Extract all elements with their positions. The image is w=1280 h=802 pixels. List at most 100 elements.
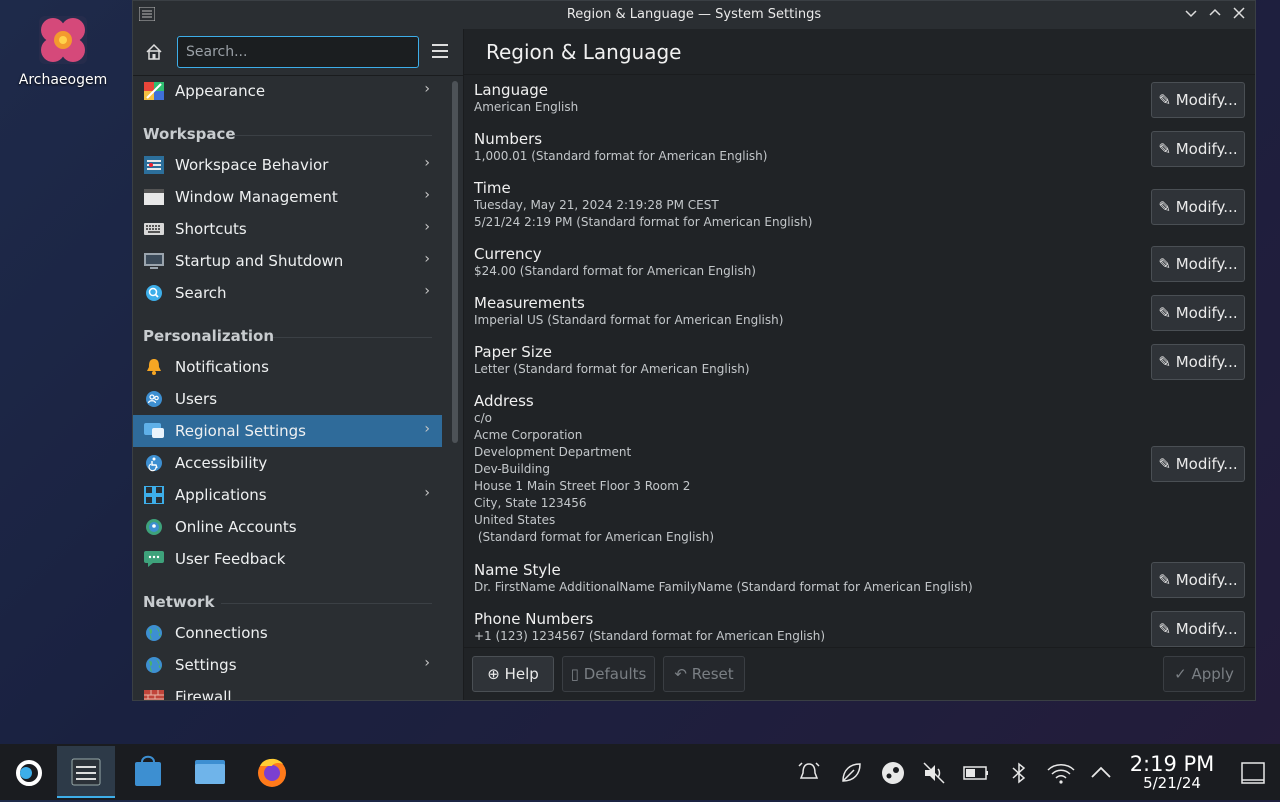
- sidebar-item-notifications[interactable]: Notifications: [133, 351, 442, 383]
- pencil-icon: ✎: [1158, 353, 1176, 371]
- setting-value: Dr. FirstName AdditionalName FamilyName …: [474, 580, 973, 594]
- sidebar-item-online-accounts[interactable]: Online Accounts: [133, 511, 442, 543]
- sidebar-item-firewall[interactable]: Firewall: [133, 681, 442, 700]
- application-launcher[interactable]: [0, 746, 56, 798]
- sidebar-item-shortcuts[interactable]: Shortcuts ›: [133, 213, 442, 245]
- chevron-right-icon: ›: [424, 655, 430, 671]
- globe-icon: [146, 625, 162, 641]
- leaf-icon[interactable]: [838, 760, 864, 786]
- steam-icon[interactable]: [880, 760, 906, 786]
- setting-value: c/o: [474, 411, 492, 425]
- modify-button[interactable]: ✎ Modify...: [1151, 246, 1245, 282]
- sidebar-item-search[interactable]: Search ›: [133, 277, 442, 309]
- help-button[interactable]: ⊕ Help: [472, 656, 554, 692]
- pencil-icon: ✎: [1158, 255, 1176, 273]
- taskbar-firefox[interactable]: [243, 746, 301, 798]
- online-accounts-icon: [146, 519, 162, 535]
- home-icon[interactable]: [145, 43, 163, 61]
- sidebar-item-workspace-behavior[interactable]: Workspace Behavior ›: [133, 149, 442, 181]
- search-input[interactable]: Search...: [177, 36, 419, 68]
- wifi-icon[interactable]: [1046, 760, 1076, 786]
- modify-button[interactable]: ✎ Modify...: [1151, 82, 1245, 118]
- defaults-button[interactable]: ▯ Defaults: [562, 656, 655, 692]
- alarm-icon[interactable]: [796, 760, 822, 786]
- setting-value: 5/21/24 2:19 PM (Standard format for Ame…: [474, 215, 813, 229]
- apply-button[interactable]: ✓ Apply: [1163, 656, 1245, 692]
- section-workspace: Workspace: [133, 107, 442, 149]
- desktop-icon-archaeogem[interactable]: Archaeogem: [10, 14, 116, 88]
- setting-name: Phone Numbers: [474, 610, 594, 628]
- chevron-right-icon: ›: [424, 81, 430, 97]
- setting-value: Acme Corporation: [474, 428, 583, 442]
- chevron-up-icon[interactable]: [1088, 760, 1114, 786]
- setting-value: City, State 123456: [474, 496, 587, 510]
- sidebar-item-accessibility[interactable]: Accessibility: [133, 447, 442, 479]
- archaeogem-icon: [37, 14, 89, 66]
- modify-button[interactable]: ✎ Modify...: [1151, 131, 1245, 167]
- reset-button[interactable]: ↶ Reset: [663, 656, 745, 692]
- show-desktop-icon[interactable]: [1240, 760, 1266, 786]
- setting-name: Currency: [474, 245, 542, 263]
- maximize-button[interactable]: [1205, 5, 1225, 25]
- titlebar[interactable]: Region & Language — System Settings: [133, 1, 1255, 29]
- sidebar-item-startup-shutdown[interactable]: Startup and Shutdown ›: [133, 245, 442, 277]
- help-icon: ⊕: [487, 665, 500, 683]
- volume-muted-icon[interactable]: [921, 760, 947, 786]
- sidebar-item-regional-settings[interactable]: Regional Settings ›: [133, 415, 442, 447]
- taskbar-clock[interactable]: 2:19 PM 5/21/24: [1122, 752, 1222, 792]
- modify-button[interactable]: ✎ Modify...: [1151, 189, 1245, 225]
- sidebar-item-applications[interactable]: Applications ›: [133, 479, 442, 511]
- setting-value: Dev-Building: [474, 462, 550, 476]
- chevron-right-icon: ›: [424, 421, 430, 437]
- search-icon: [146, 285, 162, 301]
- workspace-behavior-icon: [144, 156, 164, 174]
- taskbar-discover[interactable]: [119, 746, 177, 798]
- setting-row: Paper Size Letter (Standard format for Am…: [464, 337, 1255, 380]
- modify-button[interactable]: ✎ Modify...: [1151, 446, 1245, 482]
- globe-icon: [146, 657, 162, 673]
- battery-icon[interactable]: [963, 760, 989, 786]
- sidebar-item-users[interactable]: Users: [133, 383, 442, 415]
- bluetooth-icon[interactable]: [1006, 760, 1032, 786]
- setting-value: $24.00 (Standard format for American Eng…: [474, 264, 756, 278]
- taskbar-file-manager[interactable]: [181, 746, 239, 798]
- setting-value: 1,000.01 (Standard format for American E…: [474, 149, 768, 163]
- taskbar-system-settings[interactable]: [57, 746, 115, 798]
- desktop-icon-label: Archaeogem: [18, 72, 108, 88]
- sidebar-item-user-feedback[interactable]: User Feedback: [133, 543, 442, 575]
- chevron-right-icon: ›: [424, 283, 430, 299]
- main-panel: Region & Language Language American Engli…: [464, 29, 1255, 700]
- modify-button[interactable]: ✎ Modify...: [1151, 562, 1245, 598]
- pencil-icon: ✎: [1158, 620, 1176, 638]
- sidebar-item-window-management[interactable]: Window Management ›: [133, 181, 442, 213]
- pencil-icon: ✎: [1158, 91, 1176, 109]
- clock-time: 2:19 PM: [1129, 752, 1215, 776]
- pencil-icon: ✎: [1158, 140, 1176, 158]
- modify-button[interactable]: ✎ Modify...: [1151, 344, 1245, 380]
- applications-icon: [144, 486, 164, 504]
- firewall-icon: [144, 690, 164, 700]
- setting-name: Paper Size: [474, 343, 553, 361]
- minimize-button[interactable]: [1181, 5, 1201, 25]
- close-button[interactable]: [1229, 5, 1249, 25]
- chevron-down-icon: [1185, 10, 1197, 18]
- checkmark-icon: ✓: [1174, 665, 1187, 683]
- taskbar: [0, 744, 1280, 800]
- setting-row: Name Style Dr. FirstName AdditionalName F…: [464, 555, 1255, 598]
- setting-row: Language American English ✎ Modify...: [464, 75, 1255, 118]
- folder-icon: [195, 760, 225, 784]
- sidebar-item-connections[interactable]: Connections: [133, 617, 442, 649]
- chevron-right-icon: ›: [424, 485, 430, 501]
- setting-row: Measurements Imperial US (Standard format…: [464, 288, 1255, 331]
- hamburger-menu-icon[interactable]: [431, 43, 449, 59]
- modify-button[interactable]: ✎ Modify...: [1151, 611, 1245, 647]
- accessibility-icon: [146, 455, 162, 472]
- sidebar-item-network-settings[interactable]: Settings ›: [133, 649, 442, 681]
- modify-button[interactable]: ✎ Modify...: [1151, 295, 1245, 331]
- bell-icon: [147, 359, 161, 375]
- sidebar-item-appearance[interactable]: Appearance ›: [133, 75, 442, 107]
- sidebar-scrollbar[interactable]: [452, 81, 458, 443]
- feedback-icon: [144, 551, 164, 567]
- pencil-icon: ✎: [1158, 455, 1176, 473]
- keyboard-icon: [144, 223, 164, 235]
